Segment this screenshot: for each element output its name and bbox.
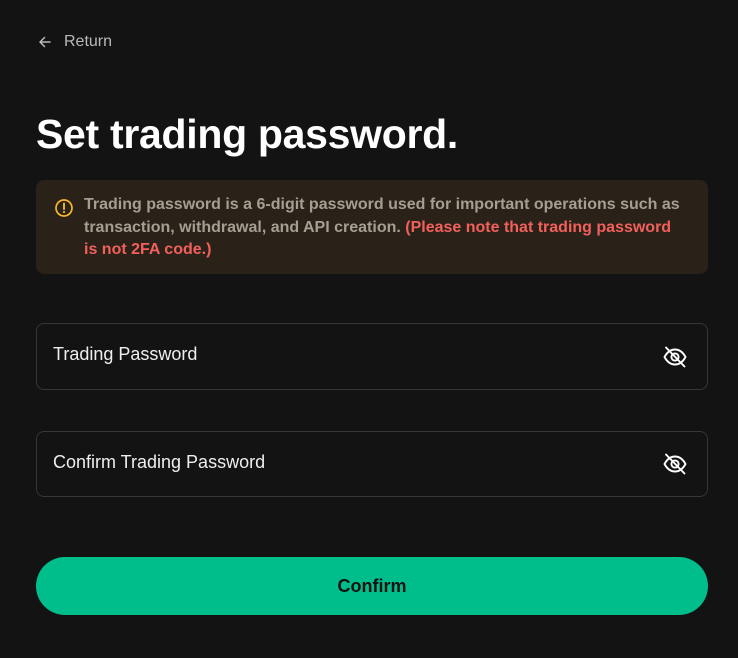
notice-banner: Trading password is a 6-digit password u…	[36, 180, 708, 274]
confirm-trading-password-field	[36, 431, 708, 497]
page-title: Set trading password.	[36, 111, 458, 157]
confirm-button[interactable]: Confirm	[36, 557, 708, 615]
return-label: Return	[64, 33, 113, 50]
set-trading-password-page: Return Set trading password. Trading pas…	[0, 0, 738, 658]
notice-text: Trading password is a 6-digit password u…	[84, 194, 686, 262]
trading-password-input[interactable]	[53, 344, 661, 365]
warning-circle-icon	[54, 198, 74, 218]
confirm-trading-password-input[interactable]	[53, 451, 661, 473]
arrow-left-icon	[38, 35, 52, 49]
return-link[interactable]: Return	[38, 31, 112, 53]
eye-off-icon[interactable]	[661, 343, 689, 371]
trading-password-field	[36, 323, 708, 390]
eye-off-icon[interactable]	[661, 450, 689, 478]
